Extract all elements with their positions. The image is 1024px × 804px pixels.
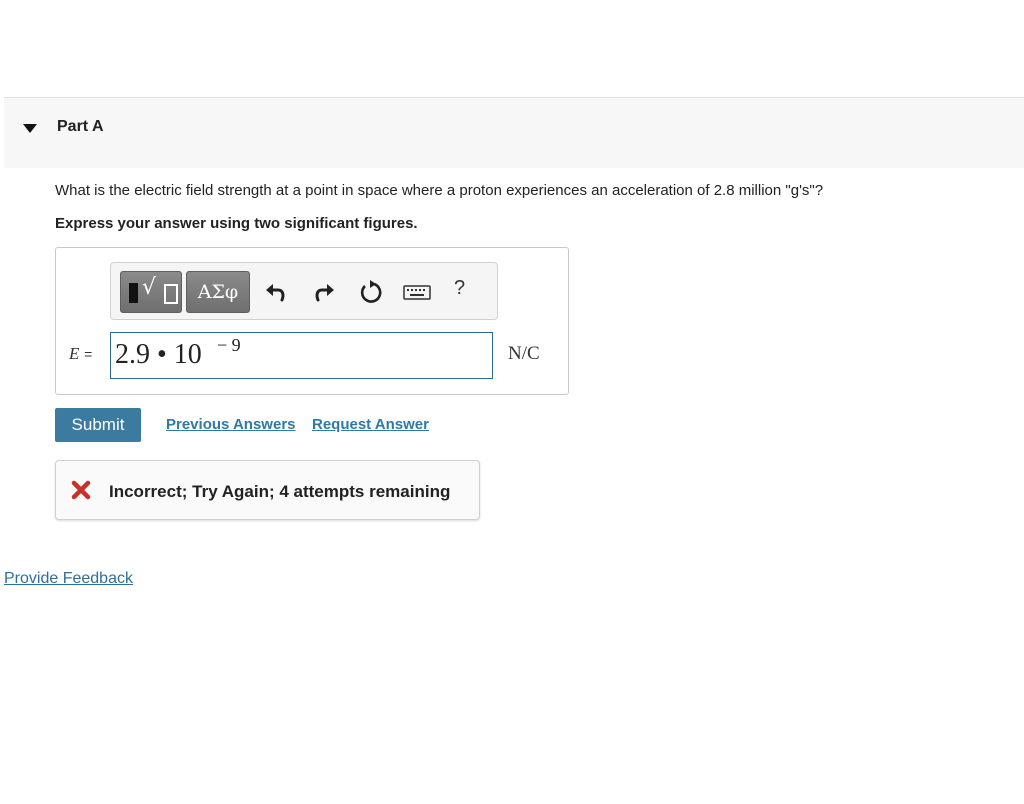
- equals-sign: =: [84, 346, 93, 362]
- answer-mantissa: 2.9 • 10: [115, 339, 202, 370]
- equation-label: E =: [69, 344, 92, 364]
- request-answer-link[interactable]: Request Answer: [312, 416, 429, 433]
- keyboard-icon[interactable]: [403, 279, 431, 305]
- submit-button[interactable]: Submit: [55, 408, 141, 442]
- answer-exponent: − 9: [217, 335, 241, 355]
- answer-input[interactable]: 2.9 • 10 − 9: [110, 332, 493, 379]
- answer-instruction: Express your answer using two significan…: [55, 215, 418, 232]
- templates-icon[interactable]: √: [120, 271, 182, 313]
- answer-box: √ ΑΣφ ? E = 2.9 • 10 − 9 N/C: [55, 247, 569, 395]
- collapse-toggle-icon[interactable]: [23, 124, 37, 133]
- part-header: Part A: [4, 97, 1024, 168]
- greek-symbols-button[interactable]: ΑΣφ: [186, 271, 250, 313]
- feedback-message: Incorrect; Try Again; 4 attempts remaini…: [109, 482, 451, 501]
- provide-feedback-link[interactable]: Provide Feedback: [4, 570, 133, 588]
- part-title: Part A: [57, 118, 104, 135]
- question-text: What is the electric field strength at a…: [55, 182, 824, 199]
- previous-answers-link[interactable]: Previous Answers: [166, 416, 296, 433]
- redo-icon[interactable]: [311, 279, 337, 305]
- units-label: N/C: [508, 343, 540, 364]
- help-icon[interactable]: ?: [454, 277, 465, 300]
- undo-icon[interactable]: [263, 279, 289, 305]
- reset-icon[interactable]: [357, 279, 383, 305]
- math-toolbar: √ ΑΣφ ?: [110, 262, 498, 320]
- feedback-box: Incorrect; Try Again; 4 attempts remaini…: [55, 460, 480, 520]
- variable-name: E: [69, 344, 80, 363]
- x-icon: [71, 480, 91, 500]
